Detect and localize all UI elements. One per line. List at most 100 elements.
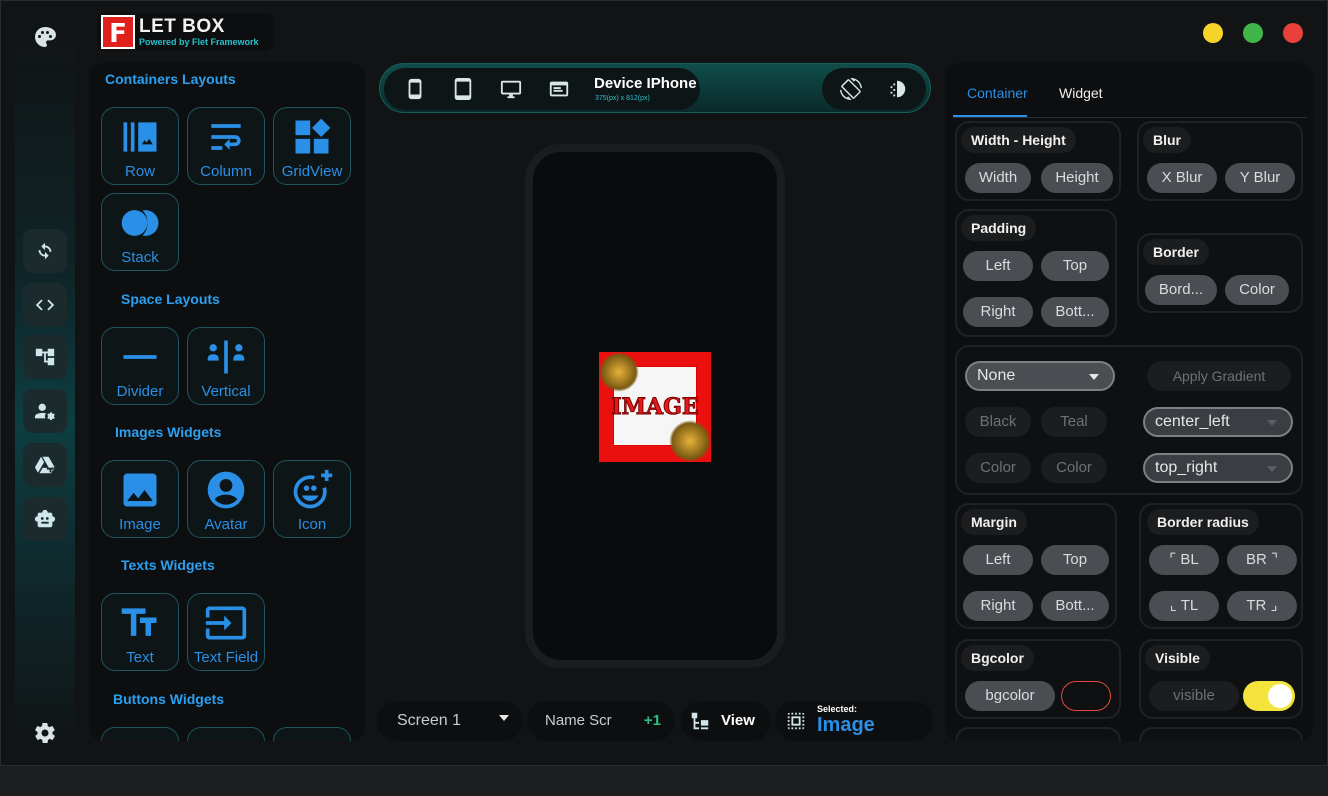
- widget-button-3[interactable]: [273, 727, 351, 741]
- screen-select[interactable]: Screen 1: [377, 701, 523, 741]
- minimize-button[interactable]: [1203, 23, 1223, 43]
- border-color-field[interactable]: Color: [1225, 275, 1289, 305]
- padding-bottom-field[interactable]: Bott...: [1041, 297, 1109, 327]
- section-title-images: Images Widgets: [115, 424, 222, 440]
- x-blur-field[interactable]: X Blur: [1147, 163, 1217, 193]
- desktop-device-button[interactable]: [498, 76, 524, 102]
- people-settings-button[interactable]: [23, 389, 67, 433]
- radius-tr-field[interactable]: TR ⌟: [1227, 591, 1297, 621]
- visible-title: Visible: [1145, 645, 1210, 671]
- widget-vertical[interactable]: Vertical: [187, 327, 265, 405]
- tree-icon: [691, 712, 709, 730]
- drive-add-button[interactable]: [23, 443, 67, 487]
- gradient-type-value: None: [977, 367, 1016, 384]
- bgcolor-field[interactable]: bgcolor: [965, 681, 1055, 711]
- widget-gridview-label: GridView: [281, 163, 343, 180]
- padding-card: Padding Left Top Right Bott...: [955, 209, 1117, 337]
- margin-bottom-field[interactable]: Bott...: [1041, 591, 1109, 621]
- window-device-button[interactable]: [546, 76, 572, 102]
- padding-right-field[interactable]: Right: [963, 297, 1033, 327]
- theme-toggle-button[interactable]: [884, 76, 910, 102]
- chevron-down-icon: [1267, 466, 1277, 472]
- phone-icon: [408, 78, 422, 100]
- chevron-down-icon: [1089, 374, 1099, 380]
- gradient-end-select[interactable]: top_right: [1143, 453, 1293, 483]
- rotate-button[interactable]: [838, 76, 864, 102]
- text-field-icon: [205, 606, 247, 640]
- margin-card: Margin Left Top Right Bott...: [955, 503, 1117, 629]
- widget-row-label: Row: [124, 163, 155, 180]
- radius-bl-field[interactable]: ⌜ BL: [1149, 545, 1219, 575]
- palette-icon[interactable]: [31, 23, 59, 51]
- margin-title: Margin: [961, 509, 1027, 535]
- close-button[interactable]: [1283, 23, 1303, 43]
- left-rail: [15, 15, 75, 755]
- properties-panel: Container Widget Width - Height Width He…: [945, 63, 1313, 741]
- widget-stack[interactable]: Stack: [101, 193, 179, 271]
- widget-image[interactable]: Image: [101, 460, 179, 538]
- section-title-containers: Containers Layouts: [105, 71, 236, 87]
- margin-right-field[interactable]: Right: [963, 591, 1033, 621]
- gradient-color-1[interactable]: Black: [965, 407, 1031, 437]
- widget-divider[interactable]: Divider: [101, 327, 179, 405]
- maximize-button[interactable]: [1243, 23, 1263, 43]
- code-icon: [35, 299, 55, 311]
- gradient-begin-select[interactable]: center_left: [1143, 407, 1293, 437]
- canvas-image-widget[interactable]: IMAGE: [599, 352, 711, 462]
- settings-icon[interactable]: [31, 719, 59, 747]
- padding-left-field[interactable]: Left: [963, 251, 1033, 281]
- margin-top-field[interactable]: Top: [1041, 545, 1109, 575]
- height-field[interactable]: Height: [1041, 163, 1113, 193]
- tablet-device-button[interactable]: [450, 76, 476, 102]
- gradient-stop-color-1[interactable]: Color: [965, 453, 1031, 483]
- width-height-card: Width - Height Width Height: [955, 121, 1121, 201]
- widget-row[interactable]: Row: [101, 107, 179, 185]
- section-title-space: Space Layouts: [121, 291, 220, 307]
- border-width-field[interactable]: Bord...: [1145, 275, 1217, 305]
- gradient-end-value: top_right: [1155, 459, 1218, 476]
- widget-gridview[interactable]: GridView: [273, 107, 351, 185]
- widget-text-field[interactable]: Text Field: [187, 593, 265, 671]
- apply-gradient-button[interactable]: Apply Gradient: [1147, 361, 1291, 391]
- screen-name-placeholder: Name Scr: [545, 712, 612, 729]
- people-settings-icon: [34, 403, 55, 421]
- visible-toggle[interactable]: [1243, 681, 1295, 711]
- tab-widget[interactable]: Widget: [1059, 85, 1103, 101]
- tab-divider: [953, 117, 1307, 118]
- ornament-bottom-right: [669, 420, 711, 462]
- gradient-stop-color-2[interactable]: Color: [1041, 453, 1107, 483]
- code-button[interactable]: [23, 283, 67, 327]
- refresh-button[interactable]: [23, 229, 67, 273]
- widget-column[interactable]: Column: [187, 107, 265, 185]
- gradient-type-select[interactable]: None: [965, 361, 1115, 391]
- widget-button-1[interactable]: [101, 727, 179, 741]
- bgcolor-title: Bgcolor: [961, 645, 1034, 671]
- bgcolor-swatch[interactable]: [1061, 681, 1111, 711]
- y-blur-field[interactable]: Y Blur: [1225, 163, 1295, 193]
- radius-br-field[interactable]: BR ⌝: [1227, 545, 1297, 575]
- bgcolor-card: Bgcolor bgcolor: [955, 639, 1121, 719]
- radius-tl-field[interactable]: ⌞ TL: [1149, 591, 1219, 621]
- widget-icon[interactable]: Icon: [273, 460, 351, 538]
- section-title-texts: Texts Widgets: [121, 557, 215, 573]
- padding-top-field[interactable]: Top: [1041, 251, 1109, 281]
- widget-button-2[interactable]: [187, 727, 265, 741]
- widget-text-label: Text: [126, 649, 154, 666]
- widget-avatar[interactable]: Avatar: [187, 460, 265, 538]
- screen-rotation-icon: [840, 78, 862, 100]
- tab-container[interactable]: Container: [967, 85, 1028, 101]
- width-field[interactable]: Width: [965, 163, 1031, 193]
- gradient-color-2[interactable]: Teal: [1041, 407, 1107, 437]
- device-selector: Device IPhone 375(px) x 812(px): [384, 68, 700, 110]
- widget-text[interactable]: Text: [101, 593, 179, 671]
- tree-button[interactable]: [23, 335, 67, 379]
- view-button[interactable]: View: [681, 701, 771, 741]
- screen-name-input[interactable]: Name Scr +1: [527, 701, 675, 741]
- next-card-right: [1139, 727, 1303, 741]
- image-placeholder-text: IMAGE: [611, 394, 699, 421]
- margin-left-field[interactable]: Left: [963, 545, 1033, 575]
- phone-device-button[interactable]: [402, 76, 428, 102]
- robot-button[interactable]: [23, 497, 67, 541]
- app-title: LET BOX: [139, 15, 225, 37]
- add-screen-button[interactable]: +1: [644, 712, 661, 729]
